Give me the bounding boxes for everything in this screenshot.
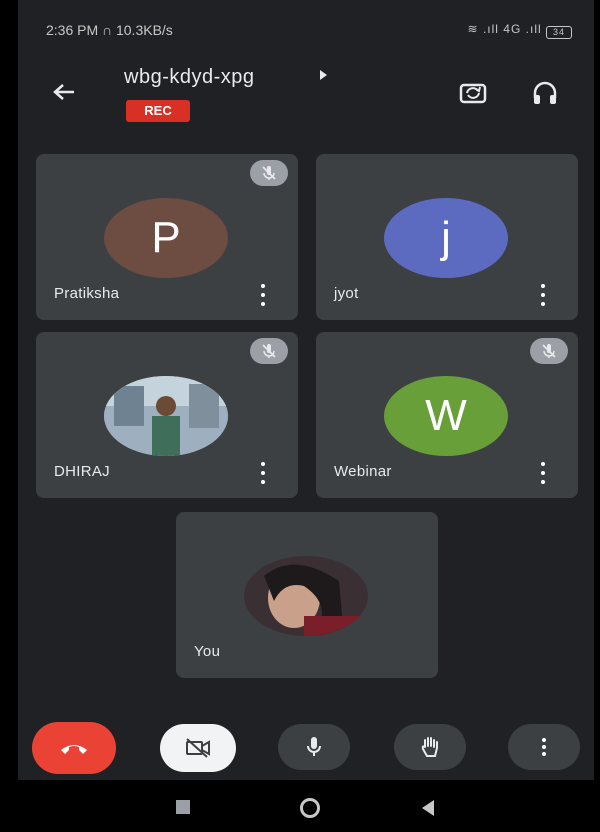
battery-icon: 34 (546, 26, 572, 39)
switch-camera-button[interactable] (456, 76, 490, 110)
avatar: j (384, 198, 508, 278)
participant-menu-button[interactable] (256, 462, 270, 484)
system-navigation-bar (18, 780, 594, 832)
switch-camera-icon (459, 83, 487, 104)
avatar: P (104, 198, 228, 278)
participant-name: DHIRAJ (54, 463, 110, 480)
camera-off-icon (186, 738, 210, 758)
self-tile[interactable]: You (176, 512, 438, 678)
signal-icon: .ıll (482, 22, 499, 36)
participant-tile[interactable]: W Webinar (316, 332, 578, 498)
headphones-icon (533, 81, 557, 104)
back-arrow-icon (53, 84, 74, 100)
participant-name: jyot (334, 285, 359, 302)
meet-app: 2:36 PM ∩ 10.3KB/s ≋ .ıll 4G .ıll 34 wbg… (18, 0, 594, 832)
avatar: W (384, 376, 508, 456)
avatar-photo (104, 376, 228, 456)
network-type: 4G (503, 22, 522, 36)
status-time: 2:36 PM ∩ 10.3KB/s (46, 22, 173, 38)
participant-tile[interactable]: j jyot (316, 154, 578, 320)
microphone-icon (307, 737, 321, 756)
participant-name: Webinar (334, 463, 392, 480)
screen: 2:36 PM ∩ 10.3KB/s ≋ .ıll 4G .ıll 34 wbg… (0, 0, 600, 832)
back-icon[interactable] (422, 800, 434, 816)
recents-icon[interactable] (176, 800, 190, 814)
signal-icon-2: .ıll (525, 22, 542, 36)
participant-menu-button[interactable] (536, 284, 550, 306)
meeting-details-arrow-icon[interactable] (320, 70, 327, 80)
meeting-code[interactable]: wbg-kdyd-xpg (124, 66, 255, 89)
participant-name: You (194, 643, 221, 660)
mic-off-icon (530, 338, 568, 364)
headset-status-icon: ∩ (102, 22, 113, 38)
avatar-photo (244, 556, 368, 636)
back-button[interactable] (48, 76, 80, 108)
end-call-icon (61, 745, 87, 754)
participant-name: Pratiksha (54, 285, 120, 302)
audio-output-button[interactable] (528, 76, 562, 110)
mic-off-icon (250, 160, 288, 186)
status-bar: 2:36 PM ∩ 10.3KB/s ≋ .ıll 4G .ıll 34 (18, 0, 594, 58)
recording-badge: REC (126, 100, 190, 122)
more-options-button[interactable] (508, 724, 580, 770)
camera-toggle-button[interactable] (160, 724, 236, 772)
microphone-button[interactable] (278, 724, 350, 770)
participant-tile[interactable]: P Pratiksha (36, 154, 298, 320)
status-icons: ≋ .ıll 4G .ıll 34 (468, 22, 572, 39)
raise-hand-button[interactable] (394, 724, 466, 770)
participant-menu-button[interactable] (256, 284, 270, 306)
call-controls (18, 714, 594, 780)
raise-hand-icon (421, 737, 438, 757)
participant-menu-button[interactable] (536, 462, 550, 484)
participant-tile[interactable]: DHIRAJ (36, 332, 298, 498)
home-icon[interactable] (300, 798, 320, 818)
mic-off-icon (250, 338, 288, 364)
end-call-button[interactable] (32, 722, 116, 774)
meeting-header: wbg-kdyd-xpg REC (18, 58, 594, 140)
wifi-icon: ≋ (467, 22, 479, 36)
more-vert-icon (542, 738, 546, 756)
